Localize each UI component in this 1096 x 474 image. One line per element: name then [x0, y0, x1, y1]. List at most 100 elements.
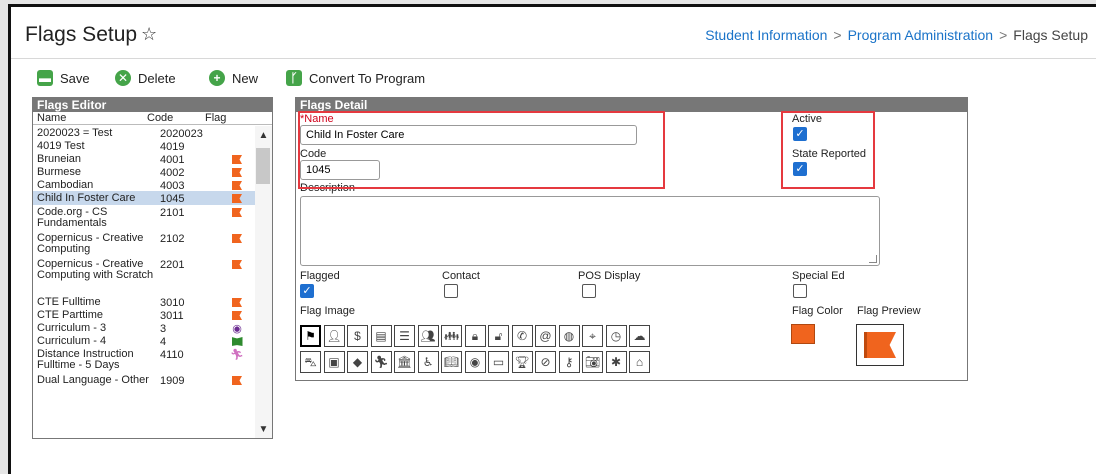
at-icon[interactable]: @: [535, 325, 556, 347]
row-name: Child In Foster Care: [37, 192, 136, 204]
table-row[interactable]: Distance Instruction Fulltime - 5 Days 41…: [33, 347, 255, 373]
breadcrumb-current: Flags Setup: [1013, 27, 1088, 43]
breadcrumb-program-administration[interactable]: Program Administration: [848, 27, 994, 43]
table-row[interactable]: Copernicus - Creative Computing 2102: [33, 231, 255, 257]
bus-icon[interactable]: ▣: [323, 351, 345, 373]
new-button[interactable]: + New: [209, 67, 258, 89]
dollar-icon[interactable]: $: [347, 325, 368, 347]
description-textarea[interactable]: [300, 196, 880, 266]
delete-button[interactable]: ✕ Delete: [115, 67, 176, 89]
globe-icon[interactable]: ◍: [558, 325, 580, 347]
flags-detail-panel: Flags Detail *Name Code Active ✓ State R…: [295, 97, 968, 381]
home-glyph: ⌂: [635, 355, 644, 369]
book-icon[interactable]: 📖︎: [441, 351, 462, 373]
home-icon[interactable]: ⌂: [629, 351, 650, 373]
editor-column-headers: Name Code Flag: [33, 112, 272, 125]
table-row[interactable]: CTE Fulltime 3010: [33, 295, 255, 309]
row-name: 4019 Test: [37, 140, 85, 152]
flag-preview-label: Flag Preview: [857, 305, 921, 317]
row-name: Copernicus - Creative Computing: [37, 232, 144, 255]
flag-color-label: Flag Color: [792, 305, 843, 317]
contact-checkbox[interactable]: [444, 284, 458, 298]
asterisk-icon[interactable]: ✱: [605, 351, 627, 373]
cloud-icon[interactable]: ☁: [629, 325, 650, 347]
bank-icon[interactable]: 🏛︎: [394, 351, 415, 373]
special-ed-checkbox[interactable]: [793, 284, 807, 298]
row-flag-empty: [230, 128, 244, 139]
clock-icon[interactable]: ◷: [605, 325, 627, 347]
phone-icon[interactable]: ✆: [511, 325, 533, 347]
row-name: Curriculum - 4: [37, 335, 107, 347]
convert-label: Convert To Program: [309, 70, 426, 86]
table-row[interactable]: Child In Foster Care 1045: [33, 191, 255, 205]
table-row[interactable]: 4019 Test 4019: [33, 139, 255, 154]
convert-to-program-button[interactable]: ᚴ Convert To Program: [286, 67, 425, 89]
trophy-icon[interactable]: 🏆︎: [511, 351, 533, 373]
row-code: 2101: [160, 207, 185, 219]
lock-glyph: 🔒︎: [471, 329, 479, 343]
flag-icon[interactable]: ⚑: [300, 325, 321, 347]
list-icon[interactable]: ☰: [394, 325, 415, 347]
column-name[interactable]: Name: [37, 112, 66, 124]
scroll-down-icon[interactable]: ▼: [255, 424, 272, 438]
pin-glyph: ⌖: [589, 329, 596, 343]
camera-glyph: 📷︎: [584, 355, 601, 369]
ban-glyph: ⊘: [540, 355, 551, 369]
phone-glyph: ✆: [516, 329, 528, 343]
table-row[interactable]: Curriculum - 44: [33, 334, 255, 348]
eye-icon[interactable]: ◉: [464, 351, 486, 373]
camera-icon[interactable]: 📷︎: [582, 351, 603, 373]
wheelchair-icon[interactable]: ♿︎: [417, 351, 439, 373]
scroll-up-icon[interactable]: ▲: [255, 130, 272, 144]
unlock-icon[interactable]: 🔓︎: [488, 325, 509, 347]
list-scrollbar[interactable]: ▲ ▼: [255, 126, 272, 438]
ban-icon[interactable]: ⊘: [535, 351, 556, 373]
name-input[interactable]: [300, 125, 637, 145]
star-icon[interactable]: ☆: [141, 24, 157, 45]
teacher-glyph: 👥︎: [420, 329, 436, 343]
car-icon[interactable]: ⛍: [300, 351, 321, 373]
column-flag[interactable]: Flag: [205, 112, 226, 124]
code-input[interactable]: [300, 160, 380, 180]
flag-color-swatch[interactable]: [791, 324, 815, 344]
tag-glyph: ◆: [352, 355, 363, 369]
app-frame: Flags Setup ☆ Student Information > Progra…: [8, 4, 1096, 474]
table-row[interactable]: Bruneian 4001: [33, 152, 255, 166]
new-label: New: [232, 70, 259, 86]
table-row[interactable]: Copernicus - Creative Computing with Scr…: [33, 257, 255, 295]
table-row[interactable]: Code.org - CS Fundamentals 2101: [33, 205, 255, 231]
table-row[interactable]: Burmese 4002: [33, 165, 255, 179]
active-checkbox[interactable]: ✓: [793, 127, 807, 141]
table-row[interactable]: Cambodian 4003: [33, 178, 255, 192]
globe-glyph: ◍: [563, 329, 575, 343]
state-reported-label: State Reported: [792, 148, 866, 160]
table-row[interactable]: Dual Language - Other 1909: [33, 373, 255, 387]
lock-icon[interactable]: 🔒︎: [464, 325, 486, 347]
save-button[interactable]: ▬ Save: [37, 67, 90, 89]
tag-icon[interactable]: ◆: [347, 351, 368, 373]
table-row[interactable]: CTE Parttime 3011: [33, 308, 255, 322]
unlock-glyph: 🔓︎: [494, 329, 503, 343]
row-name: Dual Language - Other: [37, 374, 149, 386]
key-icon[interactable]: ⚷: [558, 351, 580, 373]
group-glyph: 👪︎: [443, 329, 460, 343]
column-code[interactable]: Code: [147, 112, 173, 124]
run-icon[interactable]: 🏃︎: [370, 351, 392, 373]
state-reported-checkbox[interactable]: ✓: [793, 162, 807, 176]
flags-list: 2020023 = Test 2020023 4019 Test 4019 Brunei…: [33, 126, 255, 387]
group-icon[interactable]: 👪︎: [441, 325, 462, 347]
id-card-icon[interactable]: ▤: [370, 325, 392, 347]
breadcrumb-student-information[interactable]: Student Information: [705, 27, 827, 43]
pos-display-checkbox[interactable]: [582, 284, 596, 298]
eye-glyph: ◉: [469, 355, 481, 369]
flagged-checkbox[interactable]: ✓: [300, 284, 314, 298]
chevron-right-icon: >: [999, 27, 1008, 43]
pin-icon[interactable]: ⌖: [582, 325, 603, 347]
person-check-icon[interactable]: 👤︎: [323, 325, 345, 347]
table-row[interactable]: Curriculum - 3 3 ◉: [33, 321, 255, 336]
scroll-thumb[interactable]: [256, 148, 270, 184]
monitor-icon[interactable]: ▭: [488, 351, 509, 373]
table-row[interactable]: 2020023 = Test 2020023: [33, 126, 255, 141]
resize-grip-icon[interactable]: [869, 255, 877, 263]
teacher-icon[interactable]: 👥︎: [417, 325, 439, 347]
